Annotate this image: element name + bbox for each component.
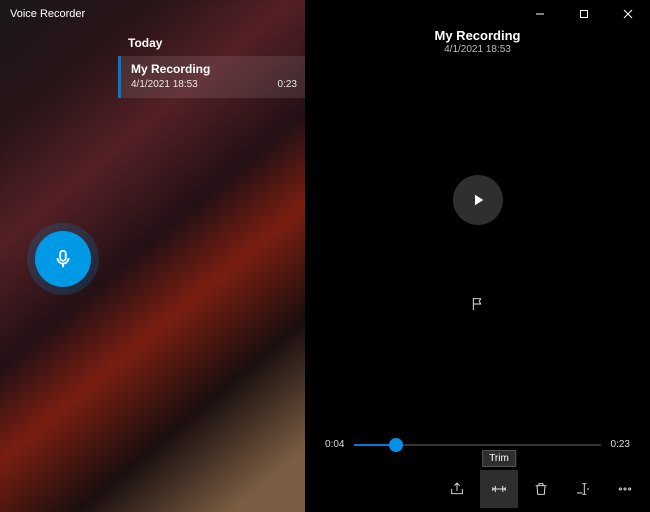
share-icon [449,481,465,497]
timeline: 0:04 0:23 [305,439,650,450]
rename-button[interactable] [564,470,602,508]
minimize-button[interactable] [518,0,562,28]
close-button[interactable] [606,0,650,28]
recording-date: 4/1/2021 18:53 [131,79,198,90]
app-title: Voice Recorder [0,0,305,28]
record-button[interactable] [35,231,91,287]
recording-name: My Recording [131,62,297,76]
seek-thumb[interactable] [389,438,403,452]
left-pane: Voice Recorder Today My Recording 4/1/20… [0,0,305,512]
play-button[interactable] [453,175,503,225]
detail-title: My Recording [305,28,650,43]
recording-list-item[interactable]: My Recording 4/1/2021 18:53 0:23 [118,56,305,98]
section-today: Today [118,28,305,56]
total-time: 0:23 [611,439,630,450]
flag-icon [470,296,486,312]
more-icon [617,481,633,497]
trim-button[interactable]: Trim [480,470,518,508]
recording-duration: 0:23 [278,79,297,90]
share-button[interactable] [438,470,476,508]
rename-icon [574,481,592,497]
trim-tooltip: Trim [482,450,516,467]
play-icon [469,191,487,209]
right-pane: My Recording 4/1/2021 18:53 0:04 0:23 [305,0,650,512]
detail-subtitle: 4/1/2021 18:53 [305,44,650,55]
microphone-icon [52,248,74,270]
trash-icon [533,481,549,497]
trim-icon [490,480,508,498]
seek-track[interactable] [354,444,600,446]
bottom-toolbar: Trim [305,466,650,512]
current-time: 0:04 [325,439,344,450]
maximize-button[interactable] [562,0,606,28]
add-marker-button[interactable] [463,289,493,319]
delete-button[interactable] [522,470,560,508]
more-button[interactable] [606,470,644,508]
